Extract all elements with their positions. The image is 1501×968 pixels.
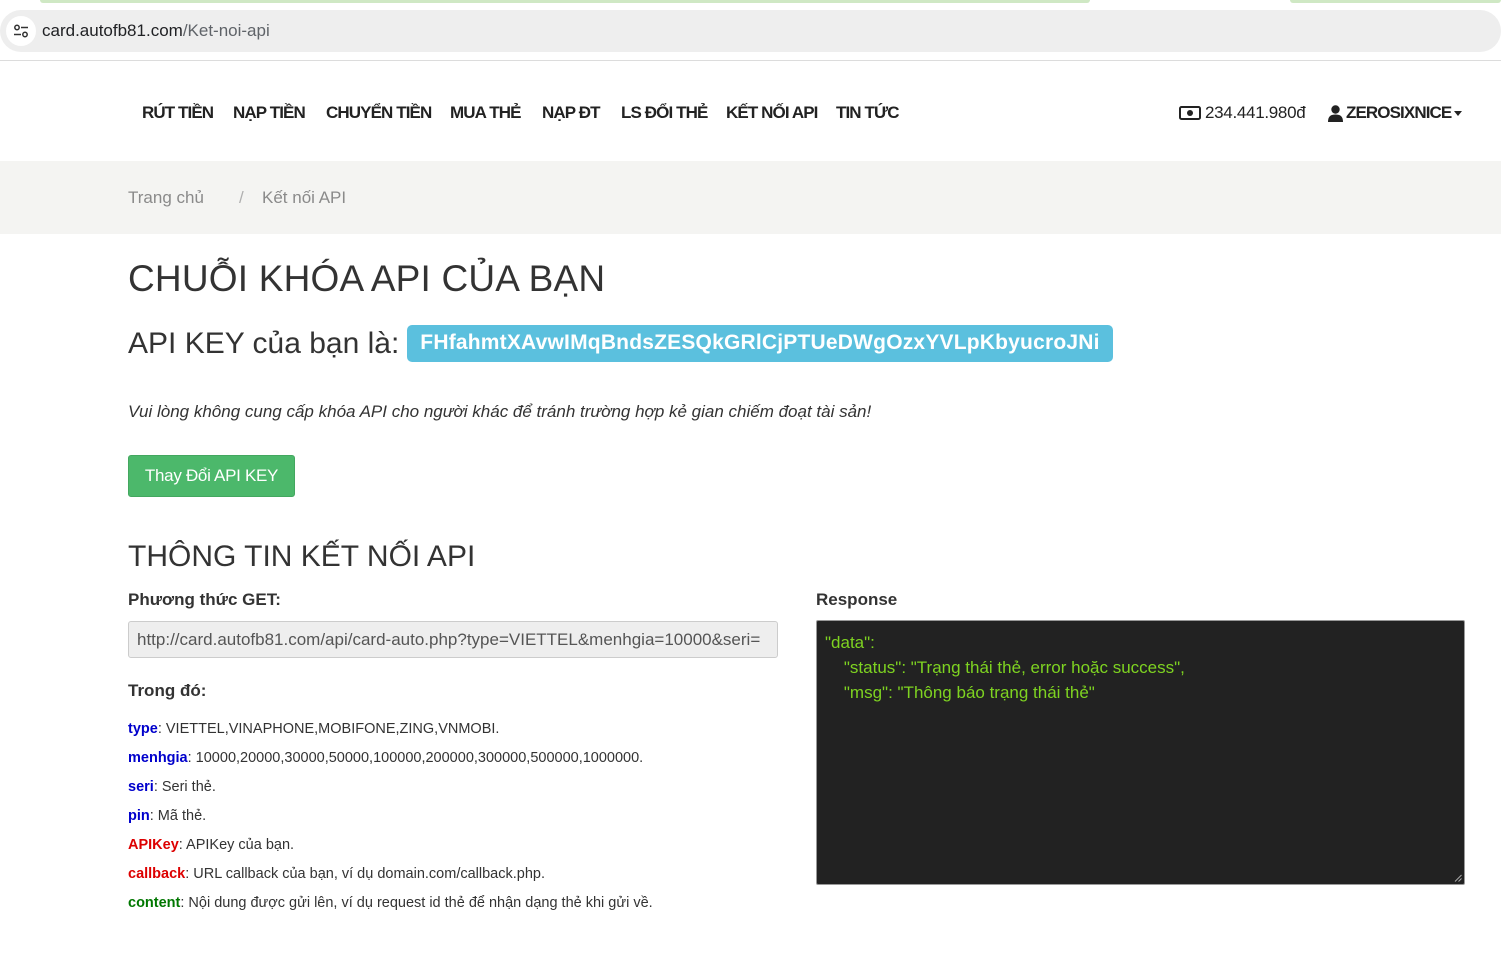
breadcrumb: Trang chủ / Kết nối API <box>0 161 1501 234</box>
list-item: type: VIETTEL,VINAPHONE,MOBIFONE,ZING,VN… <box>128 721 653 750</box>
nav-item-news[interactable]: TIN TỨC <box>836 103 899 123</box>
nav-item-withdraw[interactable]: RÚT TIỀN <box>142 103 214 123</box>
tab-strip <box>0 0 1501 3</box>
param-key: seri <box>128 779 154 795</box>
breadcrumb-home[interactable]: Trang chủ <box>128 188 204 208</box>
nav-item-topup-phone[interactable]: NẠP ĐT <box>542 103 600 123</box>
apikey-label: API KEY của bạn là: <box>128 326 400 360</box>
get-method-label: Phương thức GET: <box>128 590 281 609</box>
balance-amount: 234.441.980đ <box>1205 103 1306 122</box>
chevron-down-icon <box>1454 110 1463 116</box>
param-desc: : 10000,20000,30000,50000,100000,200000,… <box>187 750 644 766</box>
params-heading: Trong đó: <box>128 681 207 700</box>
nav-item-deposit[interactable]: NẠP TIỀN <box>233 103 306 123</box>
tab-indicator <box>1290 0 1501 3</box>
balance-display: 234.441.980đ <box>1179 103 1306 123</box>
site-settings-icon[interactable] <box>6 16 36 46</box>
nav-item-buy-card[interactable]: MUA THẺ <box>450 103 521 123</box>
username: ZEROSIXNICE <box>1346 103 1452 122</box>
url-text[interactable]: card.autofb81.com/Ket-noi-api <box>42 21 270 41</box>
change-api-key-button[interactable]: Thay Đổi API KEY <box>128 455 295 497</box>
user-icon <box>1328 104 1343 122</box>
main-navbar: RÚT TIỀN NẠP TIỀN CHUYỂN TIỀN MUA THẺ NẠ… <box>0 61 1501 161</box>
param-key: type <box>128 721 158 737</box>
user-menu-dropdown[interactable]: ZEROSIXNICE <box>1328 103 1463 123</box>
section-title: THÔNG TIN KẾT NỐI API <box>128 540 476 573</box>
page-title: CHUỖI KHÓA API CỦA BẠN <box>128 258 606 299</box>
list-item: callback: URL callback của bạn, ví dụ do… <box>128 866 653 895</box>
param-desc: : APIKey của bạn. <box>178 837 295 853</box>
tab-indicator <box>40 0 1090 3</box>
param-desc: : VIETTEL,VINAPHONE,MOBIFONE,ZING,VNMOBI… <box>157 721 500 737</box>
security-warning: Vui lòng không cung cấp khóa API cho ngư… <box>128 402 872 421</box>
response-textarea[interactable]: "data": "status": "Trạng thái thẻ, error… <box>816 620 1465 885</box>
url-domain: card.autofb81.com <box>42 21 183 40</box>
resize-handle-icon[interactable] <box>1454 874 1462 882</box>
nav-item-api[interactable]: KẾT NỐI API <box>726 103 818 123</box>
breadcrumb-current: Kết nối API <box>262 188 347 207</box>
param-key: APIKey <box>128 837 179 853</box>
list-item: seri: Seri thẻ. <box>128 779 653 808</box>
money-bill-icon <box>1179 106 1201 120</box>
param-desc: : Seri thẻ. <box>153 779 216 795</box>
param-key: content <box>128 895 181 911</box>
response-text: "data": "status": "Trạng thái thẻ, error… <box>825 633 1185 702</box>
nav-item-card-history[interactable]: LS ĐỔI THẺ <box>621 103 708 123</box>
param-key: menhgia <box>128 750 188 766</box>
list-item: pin: Mã thẻ. <box>128 808 653 837</box>
param-desc: : URL callback của bạn, ví dụ domain.com… <box>185 866 545 882</box>
list-item: menhgia: 10000,20000,30000,50000,100000,… <box>128 750 653 779</box>
url-path: /Ket-noi-api <box>182 21 270 40</box>
address-bar[interactable]: card.autofb81.com/Ket-noi-api <box>0 10 1501 52</box>
list-item: APIKey: APIKey của bạn. <box>128 837 653 866</box>
param-key: callback <box>128 866 186 882</box>
list-item: content: Nội dung được gửi lên, ví dụ re… <box>128 895 653 924</box>
param-desc: : Nội dung được gửi lên, ví dụ request i… <box>180 895 653 911</box>
browser-toolbar: card.autofb81.com/Ket-noi-api <box>0 0 1501 61</box>
params-list: type: VIETTEL,VINAPHONE,MOBIFONE,ZING,VN… <box>128 721 653 924</box>
param-desc: : Mã thẻ. <box>149 808 207 824</box>
nav-item-transfer[interactable]: CHUYỂN TIỀN <box>326 103 432 123</box>
apikey-badge: FHfahmtXAvwIMqBndsZESQkGRlCjPTUeDWgOzxYV… <box>407 325 1113 362</box>
breadcrumb-separator: / <box>239 188 244 207</box>
param-key: pin <box>128 808 150 824</box>
response-label: Response <box>816 590 898 609</box>
apikey-row: API KEY của bạn là: FHfahmtXAvwIMqBndsZE… <box>128 325 1113 362</box>
get-url-field[interactable] <box>128 621 778 658</box>
